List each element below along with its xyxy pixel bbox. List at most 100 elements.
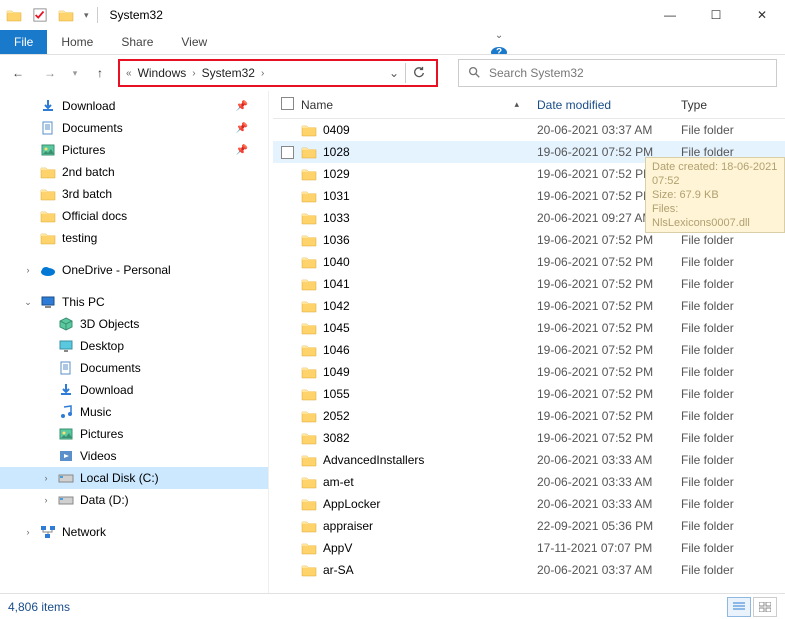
file-row[interactable]: 103119-06-2021 07:52 PMFile folder <box>273 185 785 207</box>
row-checkbox[interactable] <box>281 564 301 577</box>
file-row[interactable]: 104919-06-2021 07:52 PMFile folder <box>273 361 785 383</box>
file-row[interactable]: ar-SA20-06-2021 03:37 AMFile folder <box>273 559 785 581</box>
sidebar-item[interactable]: Official docs <box>0 205 268 227</box>
file-row[interactable]: 104519-06-2021 07:52 PMFile folder <box>273 317 785 339</box>
address-dropdown-icon[interactable]: ⌄ <box>383 66 405 80</box>
file-row[interactable]: 105519-06-2021 07:52 PMFile folder <box>273 383 785 405</box>
chevron-left-icon[interactable]: « <box>124 68 134 79</box>
row-checkbox[interactable] <box>281 278 301 291</box>
column-date[interactable]: Date modified <box>537 98 681 112</box>
file-row[interactable]: 102919-06-2021 07:52 PMFile folder <box>273 163 785 185</box>
sidebar-item[interactable]: Download <box>0 379 268 401</box>
sidebar-item[interactable]: Music <box>0 401 268 423</box>
file-row[interactable]: AppLocker20-06-2021 03:33 AMFile folder <box>273 493 785 515</box>
address-bar[interactable]: « Windows › System32 › ⌄ <box>118 59 438 87</box>
search-input[interactable]: Search System32 <box>458 59 777 87</box>
select-all-checkbox[interactable] <box>281 97 301 113</box>
file-row[interactable]: 104119-06-2021 07:52 PMFile folder <box>273 273 785 295</box>
sidebar-item-thispc[interactable]: ⌄This PC <box>0 291 268 313</box>
file-row[interactable]: 308219-06-2021 07:52 PMFile folder <box>273 427 785 449</box>
sidebar-item[interactable]: 2nd batch <box>0 161 268 183</box>
file-row[interactable]: 205219-06-2021 07:52 PMFile folder <box>273 405 785 427</box>
back-button[interactable]: ← <box>4 59 32 87</box>
file-row[interactable]: 040920-06-2021 03:37 AMFile folder <box>273 119 785 141</box>
row-checkbox[interactable] <box>281 322 301 335</box>
file-row[interactable]: am-et20-06-2021 03:33 AMFile folder <box>273 471 785 493</box>
minimize-button[interactable]: — <box>647 0 693 30</box>
row-checkbox[interactable] <box>281 146 301 159</box>
chevron-right-icon[interactable]: › <box>190 68 197 79</box>
sidebar-item[interactable]: ›Data (D:) <box>0 489 268 511</box>
row-checkbox[interactable] <box>281 300 301 313</box>
collapse-icon[interactable]: ⌄ <box>22 297 34 308</box>
sidebar-item-label: Music <box>80 405 111 419</box>
file-row[interactable]: appraiser22-09-2021 05:36 PMFile folder <box>273 515 785 537</box>
close-button[interactable]: ✕ <box>739 0 785 30</box>
sidebar-item[interactable]: Download📌 <box>0 95 268 117</box>
sidebar-item-network[interactable]: ›Network <box>0 521 268 543</box>
sidebar-item[interactable]: ›Local Disk (C:) <box>0 467 268 489</box>
row-checkbox[interactable] <box>281 190 301 203</box>
sidebar-item[interactable]: Videos <box>0 445 268 467</box>
sidebar-item[interactable]: Documents📌 <box>0 117 268 139</box>
row-checkbox[interactable] <box>281 366 301 379</box>
file-list[interactable]: 040920-06-2021 03:37 AMFile folder102819… <box>273 119 785 593</box>
nav-sidebar[interactable]: Download📌Documents📌Pictures📌2nd batch3rd… <box>0 91 268 593</box>
file-date: 20-06-2021 03:37 AM <box>537 123 681 137</box>
column-name[interactable]: Name▴ <box>301 98 537 112</box>
chevron-right-icon[interactable]: › <box>259 68 266 79</box>
tab-share[interactable]: Share <box>107 30 167 54</box>
file-row[interactable]: 104219-06-2021 07:52 PMFile folder <box>273 295 785 317</box>
file-tab[interactable]: File <box>0 30 47 54</box>
sidebar-item[interactable]: Pictures <box>0 423 268 445</box>
row-checkbox[interactable] <box>281 212 301 225</box>
file-row[interactable]: AppV17-11-2021 07:07 PMFile folder <box>273 537 785 559</box>
ribbon-expand-icon[interactable]: ⌄ <box>495 30 503 41</box>
row-checkbox[interactable] <box>281 454 301 467</box>
sidebar-item[interactable]: Pictures📌 <box>0 139 268 161</box>
sidebar-item[interactable]: 3rd batch <box>0 183 268 205</box>
expand-icon[interactable]: › <box>22 265 34 275</box>
sidebar-item[interactable]: 3D Objects <box>0 313 268 335</box>
help-icon[interactable]: ? <box>491 47 507 54</box>
file-row[interactable]: AdvancedInstallers20-06-2021 03:33 AMFil… <box>273 449 785 471</box>
expand-icon[interactable]: › <box>22 527 34 537</box>
row-checkbox[interactable] <box>281 410 301 423</box>
breadcrumb-segment[interactable]: Windows <box>134 64 191 82</box>
file-row[interactable]: 103320-06-2021 09:27 AMFile folder <box>273 207 785 229</box>
large-icons-view-button[interactable] <box>753 597 777 617</box>
file-row[interactable]: 102819-06-2021 07:52 PMFile folder <box>273 141 785 163</box>
row-checkbox[interactable] <box>281 234 301 247</box>
expand-icon[interactable]: › <box>40 495 52 505</box>
tab-view[interactable]: View <box>167 30 221 54</box>
row-checkbox[interactable] <box>281 388 301 401</box>
row-checkbox[interactable] <box>281 168 301 181</box>
recent-locations-icon[interactable]: ▾ <box>68 59 82 87</box>
row-checkbox[interactable] <box>281 476 301 489</box>
maximize-button[interactable]: ☐ <box>693 0 739 30</box>
sidebar-item[interactable]: Desktop <box>0 335 268 357</box>
file-row[interactable]: 103619-06-2021 07:52 PMFile folder <box>273 229 785 251</box>
sidebar-item[interactable]: Documents <box>0 357 268 379</box>
details-view-button[interactable] <box>727 597 751 617</box>
tab-home[interactable]: Home <box>47 30 107 54</box>
sidebar-item-onedrive[interactable]: ›OneDrive - Personal <box>0 259 268 281</box>
row-checkbox[interactable] <box>281 520 301 533</box>
qat-dropdown-icon[interactable]: ▾ <box>84 10 89 21</box>
file-row[interactable]: 104019-06-2021 07:52 PMFile folder <box>273 251 785 273</box>
row-checkbox[interactable] <box>281 344 301 357</box>
up-button[interactable]: ↑ <box>86 59 114 87</box>
refresh-button[interactable] <box>405 63 432 83</box>
qat-properties-icon[interactable] <box>32 7 48 23</box>
breadcrumb-segment[interactable]: System32 <box>198 64 259 82</box>
row-checkbox[interactable] <box>281 498 301 511</box>
forward-button[interactable]: → <box>36 59 64 87</box>
file-row[interactable]: 104619-06-2021 07:52 PMFile folder <box>273 339 785 361</box>
row-checkbox[interactable] <box>281 542 301 555</box>
expand-icon[interactable]: › <box>40 473 52 483</box>
column-type[interactable]: Type <box>681 98 785 112</box>
row-checkbox[interactable] <box>281 256 301 269</box>
row-checkbox[interactable] <box>281 124 301 137</box>
sidebar-item[interactable]: testing <box>0 227 268 249</box>
row-checkbox[interactable] <box>281 432 301 445</box>
